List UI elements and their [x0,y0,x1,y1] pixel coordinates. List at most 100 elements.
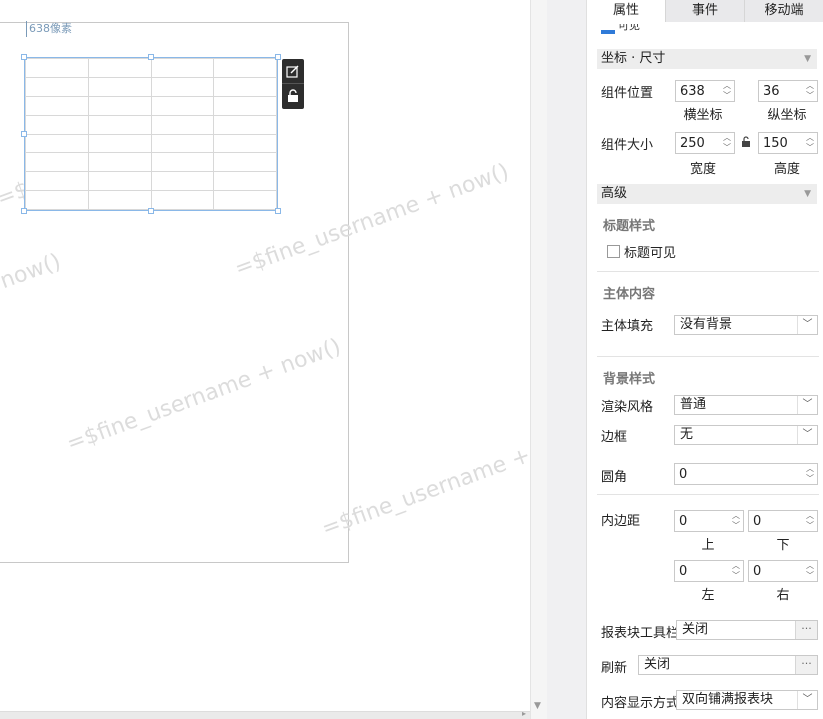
height-input[interactable]: ︿﹀ [758,132,818,154]
padding-top-label: 上 [701,538,715,553]
ellipsis-icon[interactable]: ··· [795,621,817,639]
report-toolbar-value: 关闭 [682,622,709,637]
watermark: =$fine_username + now() [318,419,530,542]
resize-handle-se[interactable] [275,208,281,214]
padding-left-stepper[interactable]: ︿ ﹀ [729,561,743,581]
section-title: 高级 [601,186,628,201]
tab-properties[interactable]: 属性 [587,0,666,22]
chevron-down-icon[interactable]: ﹀ [797,426,817,444]
position-y-field[interactable] [759,81,803,101]
watermark: =$fine_username + now() [63,334,345,457]
height-stepper[interactable]: ︿ ﹀ [803,133,817,153]
report-block-widget[interactable] [24,57,278,211]
edit-icon[interactable] [282,59,304,83]
size-label: 组件大小 [601,138,654,153]
width-field[interactable] [676,133,720,153]
refresh-label: 刷新 [601,661,628,676]
ellipsis-icon[interactable]: ··· [795,656,817,674]
corner-radius-field[interactable] [675,464,803,484]
height-field[interactable] [759,133,803,153]
position-label: 组件位置 [601,86,654,101]
border-value: 无 [680,427,694,442]
chevron-down-icon[interactable]: ﹀ [797,316,817,334]
padding-left-label: 左 [701,588,715,603]
report-toolbar-select[interactable]: 关闭 ··· [676,620,818,640]
width-input[interactable]: ︿﹀ [675,132,735,154]
section-title: 坐标 · 尺寸 [601,51,666,66]
tab-mobile[interactable]: 移动端 [745,0,823,22]
body-fill-value: 没有背景 [680,317,733,332]
report-grid [25,58,277,210]
padding-left-input[interactable]: ︿﹀ [674,560,744,582]
position-hint: 638像素 [26,21,72,37]
padding-top-stepper[interactable]: ︿ ﹀ [729,511,743,531]
border-select[interactable]: 无 ﹀ [674,425,818,445]
padding-bottom-stepper[interactable]: ︿ ﹀ [803,511,817,531]
section-coords-size[interactable]: 坐标 · 尺寸 ▼ [597,49,817,69]
background-style-heading: 背景样式 [603,372,656,387]
scroll-down-icon[interactable]: ▼ [534,701,541,711]
chevron-down-icon[interactable]: ﹀ [797,396,817,414]
design-canvas[interactable]: =$fine_username + now() =$fine_username … [0,0,530,711]
scroll-right-icon[interactable]: ▸ [522,709,526,718]
padding-right-field[interactable] [749,561,803,581]
canvas-horizontal-scrollbar[interactable]: ▸ [0,709,530,719]
padding-left-field[interactable] [675,561,729,581]
height-label: 高度 [773,162,800,177]
padding-bottom-field[interactable] [749,511,803,531]
section-advanced[interactable]: 高级 ▼ [597,184,817,204]
refresh-value: 关闭 [644,657,671,672]
title-style-heading: 标题样式 [603,219,656,234]
resize-handle-w[interactable] [21,131,27,137]
padding-bottom-label: 下 [776,538,790,553]
canvas-vertical-scrollbar[interactable]: ▼ [530,0,547,719]
corner-radius-input[interactable]: ︿﹀ [674,463,818,485]
render-style-select[interactable]: 普通 ﹀ [674,395,818,415]
padding-top-input[interactable]: ︿﹀ [674,510,744,532]
position-x-input[interactable]: ︿﹀ [675,80,735,102]
chevron-down-icon: ▼ [804,54,811,64]
position-x-stepper[interactable]: ︿ ﹀ [720,81,734,101]
padding-bottom-input[interactable]: ︿﹀ [748,510,818,532]
visible-toggle-indicator [601,30,615,34]
width-label: 宽度 [689,162,716,177]
display-mode-select[interactable]: 双向铺满报表块 ﹀ [676,690,818,710]
resize-handle-nw[interactable] [21,54,27,60]
padding-right-input[interactable]: ︿﹀ [748,560,818,582]
resize-handle-sw[interactable] [21,208,27,214]
chevron-down-icon: ▼ [804,189,811,199]
padding-right-stepper[interactable]: ︿ ﹀ [803,561,817,581]
panel-tabs: 属性 事件 移动端 [587,0,823,22]
resize-handle-s[interactable] [148,208,154,214]
position-y-stepper[interactable]: ︿ ﹀ [803,81,817,101]
visible-toggle-row[interactable]: 可见 [601,24,640,36]
title-visible-checkbox[interactable] [607,245,620,258]
tab-events[interactable]: 事件 [666,0,745,22]
width-stepper[interactable]: ︿ ﹀ [720,133,734,153]
body-fill-select[interactable]: 没有背景 ﹀ [674,315,818,335]
lock-icon[interactable] [741,136,751,151]
body-fill-label: 主体填充 [601,319,654,334]
resize-handle-ne[interactable] [275,54,281,60]
padding-right-label: 右 [776,588,790,603]
position-y-input[interactable]: ︿﹀ [758,80,818,102]
position-x-field[interactable] [676,81,720,101]
border-label: 边框 [601,430,628,445]
body-content-heading: 主体内容 [603,287,656,302]
title-visible-label: 标题可见 [624,246,677,261]
divider [597,494,819,495]
report-toolbar-label: 报表块工具栏 [601,626,680,641]
resize-handle-n[interactable] [148,54,154,60]
chevron-down-icon[interactable]: ﹀ [797,691,817,709]
corner-radius-label: 圆角 [601,470,628,485]
padding-top-field[interactable] [675,511,729,531]
corner-radius-stepper[interactable]: ︿ ﹀ [803,464,817,484]
refresh-select[interactable]: 关闭 ··· [638,655,818,675]
widget-toolbar [282,59,304,109]
divider [597,271,819,272]
lock-icon[interactable] [282,83,304,107]
visible-toggle-label: 可见 [618,24,640,32]
padding-label: 内边距 [601,514,641,529]
watermark: =$fine_username + now() [0,249,65,372]
display-mode-value: 双向铺满报表块 [682,692,774,707]
